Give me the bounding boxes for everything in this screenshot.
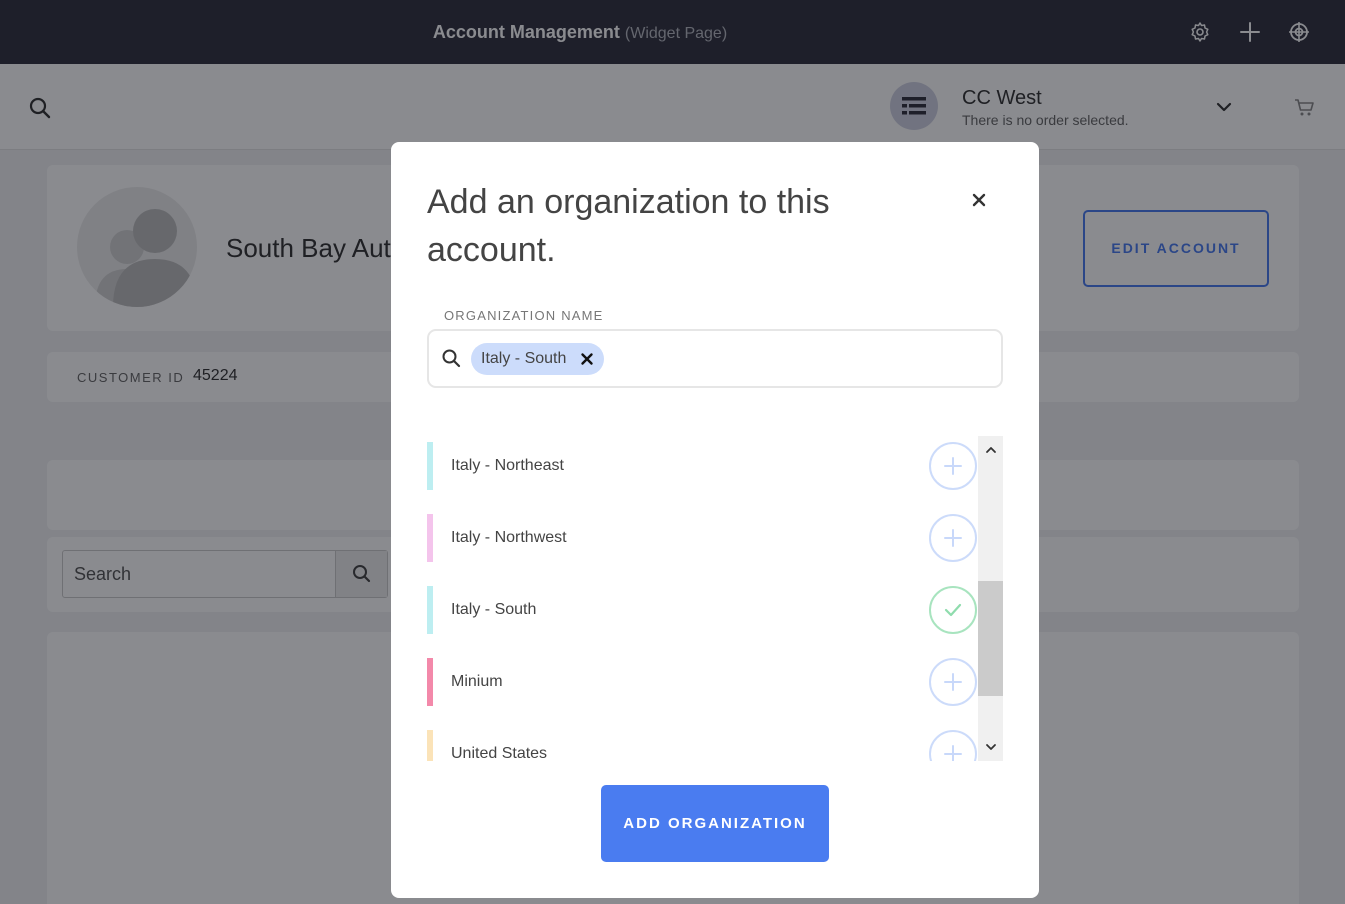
scroll-up-icon[interactable]	[984, 443, 998, 457]
plus-icon	[944, 457, 962, 475]
selected-organization-chip: Italy - South	[471, 343, 605, 375]
organization-color-bar	[427, 442, 433, 490]
organization-color-bar	[427, 730, 433, 761]
organization-row: Italy - Northeast	[427, 442, 977, 490]
plus-icon	[944, 529, 962, 547]
organization-name: Italy - Northwest	[451, 529, 567, 546]
organization-name-field[interactable]: Italy - South	[427, 329, 1003, 388]
organization-list: Italy - Northeast Italy - Northwest Ital…	[427, 436, 1003, 761]
plus-icon	[944, 673, 962, 691]
organization-name: Italy - Northeast	[451, 457, 564, 474]
check-icon	[944, 603, 962, 617]
chip-label: Italy - South	[481, 350, 567, 367]
add-organization-toggle[interactable]	[929, 514, 977, 562]
add-organization-modal: Add an organization to this account. ORG…	[391, 142, 1039, 898]
close-icon[interactable]	[969, 190, 989, 210]
add-organization-button[interactable]: ADD ORGANIZATION	[601, 785, 829, 862]
organization-row: Italy - South	[427, 586, 977, 634]
organization-name-label: ORGANIZATION NAME	[444, 308, 604, 323]
organization-color-bar	[427, 658, 433, 706]
scrollbar-thumb[interactable]	[978, 581, 1003, 696]
list-scrollbar[interactable]	[978, 436, 1003, 761]
organization-name: Minium	[451, 673, 503, 690]
organization-name: Italy - South	[451, 601, 537, 618]
selected-organization-toggle[interactable]	[929, 586, 977, 634]
add-organization-toggle[interactable]	[929, 442, 977, 490]
organization-name: United States	[451, 745, 548, 761]
organization-color-bar	[427, 586, 433, 634]
add-organization-toggle[interactable]	[929, 658, 977, 706]
modal-title: Add an organization to this account.	[427, 183, 830, 269]
organization-row: United States	[427, 730, 977, 761]
plus-icon	[944, 745, 962, 761]
search-icon	[442, 349, 461, 368]
add-organization-toggle[interactable]	[929, 730, 977, 761]
organization-row: Minium	[427, 658, 977, 706]
organization-row: Italy - Northwest	[427, 514, 977, 562]
scroll-down-icon[interactable]	[984, 740, 998, 754]
organization-color-bar	[427, 514, 433, 562]
remove-chip-icon[interactable]	[580, 352, 594, 366]
